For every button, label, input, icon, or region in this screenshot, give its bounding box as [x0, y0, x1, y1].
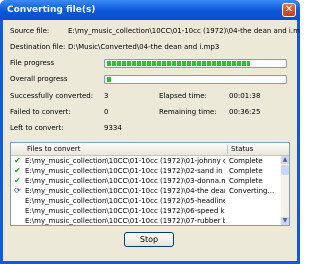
file-progress-label: File progress: [10, 59, 55, 67]
stop-button[interactable]: Stop: [124, 232, 174, 247]
list-item[interactable]: E:\my_music_collection\10CC\01-10cc (197…: [11, 216, 281, 225]
list-item[interactable]: ✔ E:\my_music_collection\10CC\01-10cc (19…: [11, 166, 281, 176]
file-path: E:\my_music_collection\10CC\01-10cc (197…: [25, 217, 225, 225]
file-status: Complete: [229, 157, 263, 165]
list-item[interactable]: ✔ E:\my_music_collection\10CC\01-10cc (19…: [11, 176, 281, 186]
files-column-header[interactable]: Files to convert: [27, 145, 80, 153]
failed-to-convert-label: Failed to convert:: [10, 108, 71, 116]
remaining-time-value: 00:36:25: [229, 108, 261, 116]
file-path: E:\my_music_collection\10CC\01-10cc (197…: [25, 177, 225, 185]
list-item[interactable]: ⟳ E:\my_music_collection\10CC\01-10cc (19…: [11, 186, 281, 196]
check-icon: ✔: [14, 176, 21, 185]
files-list[interactable]: Files to convert Status ✔ E:\my_music_col…: [10, 142, 290, 226]
overall-progress-fill: [107, 77, 112, 82]
converting-dialog: Converting file(s) ✕ Source file: E:\my_…: [0, 0, 300, 264]
window-title: Converting file(s): [7, 5, 96, 15]
column-divider[interactable]: [227, 145, 228, 154]
file-path: E:\my_music_collection\10CC\01-10cc (197…: [25, 167, 225, 175]
elapsed-time-label: Elapsed time:: [159, 92, 207, 100]
check-icon: ✔: [14, 166, 21, 175]
title-bar[interactable]: Converting file(s) ✕: [0, 0, 300, 20]
file-path: E:\my_music_collection\10CC\01-10cc (197…: [25, 207, 225, 215]
scroll-down-icon[interactable]: ▼: [281, 217, 289, 225]
destination-file-label: Destination file:: [10, 43, 66, 51]
overall-progress-label: Overall progress: [10, 75, 68, 83]
file-path: E:\my_music_collection\10CC\01-10cc (197…: [25, 187, 225, 195]
scroll-up-icon[interactable]: ▲: [281, 156, 289, 164]
list-rows: ✔ E:\my_music_collection\10CC\01-10cc (19…: [11, 156, 281, 225]
list-item[interactable]: E:\my_music_collection\10CC\01-10cc (197…: [11, 206, 281, 216]
source-file-label: Source file:: [10, 27, 50, 35]
dialog-body: Source file: E:\my_music_collection\10CC…: [3, 20, 300, 261]
overall-progress-bar: [104, 75, 287, 84]
close-icon: ✕: [284, 4, 294, 15]
file-progress-bar: [104, 59, 287, 68]
file-path: E:\my_music_collection\10CC\01-10cc (197…: [25, 197, 225, 205]
elapsed-time-value: 00:01:38: [229, 92, 261, 100]
file-path: E:\my_music_collection\10CC\01-10cc (197…: [25, 157, 225, 165]
file-status: Converting...: [229, 187, 275, 195]
list-item[interactable]: ✔ E:\my_music_collection\10CC\01-10cc (19…: [11, 156, 281, 166]
status-column-header[interactable]: Status: [231, 145, 253, 153]
scroll-thumb[interactable]: [281, 165, 289, 175]
list-header: Files to convert Status: [11, 143, 289, 156]
close-button[interactable]: ✕: [282, 3, 296, 17]
empty-icon-slot: [14, 196, 24, 206]
file-status: Complete: [229, 167, 263, 175]
converting-icon: ⟳: [14, 186, 21, 195]
failed-to-convert-value: 0: [104, 108, 109, 116]
empty-icon-slot: [14, 206, 24, 216]
list-item[interactable]: E:\my_music_collection\10CC\01-10cc (197…: [11, 196, 281, 206]
destination-file-value: D:\Music\Converted\04-the dean and i.mp3: [68, 43, 220, 51]
file-progress-fill: [107, 61, 250, 66]
check-icon: ✔: [14, 156, 21, 165]
left-to-convert-label: Left to convert:: [10, 124, 64, 132]
left-to-convert-value: 9334: [104, 124, 122, 132]
remaining-time-label: Remaining time:: [159, 108, 217, 116]
vertical-scrollbar[interactable]: ▲ ▼: [281, 156, 289, 225]
source-file-value: E:\my_music_collection\10CC\01-10cc (197…: [68, 27, 300, 35]
successfully-converted-label: Successfully converted:: [10, 92, 94, 100]
file-status: Complete: [229, 177, 263, 185]
empty-icon-slot: [14, 216, 24, 225]
successfully-converted-value: 3: [104, 92, 109, 100]
